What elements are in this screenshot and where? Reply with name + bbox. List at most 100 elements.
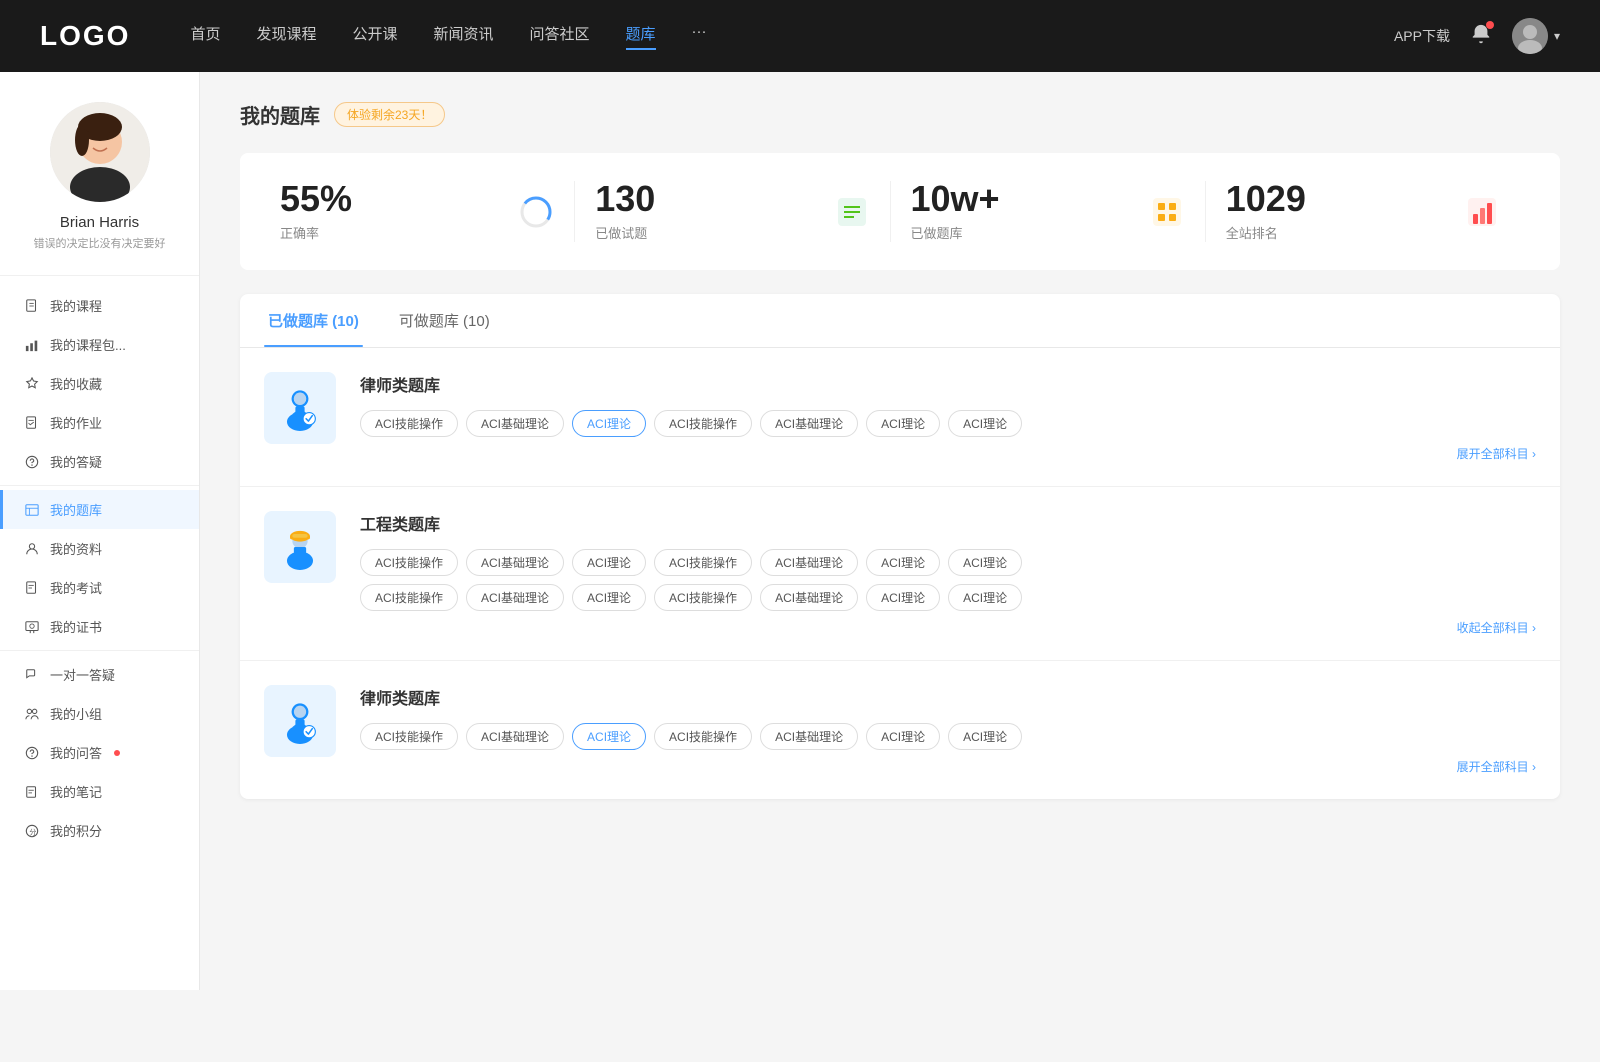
qb-tag[interactable]: ACI理论 <box>866 584 940 611</box>
stat-value-accuracy: 55% <box>280 181 502 217</box>
qb-tag[interactable]: ACI基础理论 <box>760 410 858 437</box>
sidebar-item-question-bank[interactable]: 我的题库 <box>0 490 199 529</box>
group-icon <box>24 706 40 722</box>
engineer-icon <box>264 511 336 583</box>
qb-tag[interactable]: ACI技能操作 <box>654 723 752 750</box>
tabs-bar: 已做题库 (10) 可做题库 (10) <box>240 294 1560 348</box>
qb-tag-selected[interactable]: ACI理论 <box>572 410 646 437</box>
sidebar-item-certificate[interactable]: 我的证书 <box>0 607 199 646</box>
qb-tag[interactable]: ACI基础理论 <box>466 723 564 750</box>
sidebar-item-my-courses[interactable]: 我的课程 <box>0 286 199 325</box>
sidebar-item-label: 我的小组 <box>50 704 102 723</box>
nav-quiz[interactable]: 题库 <box>626 23 656 50</box>
sidebar-item-notes[interactable]: 我的笔记 <box>0 772 199 811</box>
lawyer-icon-2 <box>264 685 336 757</box>
star-icon <box>24 376 40 392</box>
qb-tag[interactable]: ACI技能操作 <box>654 410 752 437</box>
qb-content-lawyer-2: 律师类题库 ACI技能操作 ACI基础理论 ACI理论 ACI技能操作 ACI基… <box>360 685 1536 775</box>
nav-links: 首页 发现课程 公开课 新闻资讯 问答社区 题库 ··· <box>190 23 1394 50</box>
sidebar-item-label: 我的证书 <box>50 617 102 636</box>
doc-icon <box>24 415 40 431</box>
qb-tag[interactable]: ACI理论 <box>572 584 646 611</box>
pie-chart-icon <box>518 194 554 230</box>
user-motto: 错误的决定比没有决定要好 <box>34 235 166 251</box>
user-name: Brian Harris <box>60 214 139 231</box>
trial-badge: 体验剩余23天！ <box>334 102 445 127</box>
qb-tag[interactable]: ACI基础理论 <box>466 410 564 437</box>
collapse-engineer[interactable]: 收起全部科目 › <box>360 619 1536 636</box>
qb-tag[interactable]: ACI技能操作 <box>360 549 458 576</box>
nav-discover[interactable]: 发现课程 <box>256 23 316 50</box>
sidebar-item-label: 我的收藏 <box>50 374 102 393</box>
score-icon: 分 <box>24 823 40 839</box>
qb-tag[interactable]: ACI理论 <box>948 549 1022 576</box>
page-header: 我的题库 体验剩余23天！ <box>240 100 1560 129</box>
stat-ranking: 1029 全站排名 <box>1206 181 1520 242</box>
nav-home[interactable]: 首页 <box>190 23 220 50</box>
app-download[interactable]: APP下载 <box>1394 26 1450 46</box>
qb-tag[interactable]: ACI技能操作 <box>654 584 752 611</box>
bar-chart-icon <box>1464 194 1500 230</box>
sidebar-item-data[interactable]: 我的资料 <box>0 529 199 568</box>
stat-value-ranking: 1029 <box>1226 181 1448 217</box>
qb-tag[interactable]: ACI理论 <box>866 549 940 576</box>
sidebar-item-favorites[interactable]: 我的收藏 <box>0 364 199 403</box>
bar-icon <box>24 337 40 353</box>
qb-tag[interactable]: ACI技能操作 <box>360 584 458 611</box>
qb-tag[interactable]: ACI基础理论 <box>466 584 564 611</box>
user-section: Brian Harris 错误的决定比没有决定要好 <box>0 102 199 276</box>
cert-icon <box>24 619 40 635</box>
qb-tag[interactable]: ACI理论 <box>948 584 1022 611</box>
qb-tags-lawyer-2: ACI技能操作 ACI基础理论 ACI理论 ACI技能操作 ACI基础理论 AC… <box>360 723 1536 750</box>
qb-content-lawyer-1: 律师类题库 ACI技能操作 ACI基础理论 ACI理论 ACI技能操作 ACI基… <box>360 372 1536 462</box>
expand-lawyer-1[interactable]: 展开全部科目 › <box>360 445 1536 462</box>
nav-qa[interactable]: 问答社区 <box>530 23 590 50</box>
sidebar-item-course-package[interactable]: 我的课程包... <box>0 325 199 364</box>
qb-tag[interactable]: ACI理论 <box>866 410 940 437</box>
stat-label-accuracy: 正确率 <box>280 223 502 242</box>
notification-bell[interactable] <box>1470 23 1492 50</box>
tab-todo[interactable]: 可做题库 (10) <box>395 294 494 347</box>
qb-tag[interactable]: ACI技能操作 <box>654 549 752 576</box>
nav-news[interactable]: 新闻资讯 <box>434 23 494 50</box>
sidebar-item-homework[interactable]: 我的作业 <box>0 403 199 442</box>
navbar: LOGO 首页 发现课程 公开课 新闻资讯 问答社区 题库 ··· APP下载 … <box>0 0 1600 72</box>
nav-more[interactable]: ··· <box>692 23 707 50</box>
grid-icon <box>1149 194 1185 230</box>
sidebar-item-label: 我的积分 <box>50 821 102 840</box>
qb-tags-engineer-row1: ACI技能操作 ACI基础理论 ACI理论 ACI技能操作 ACI基础理论 AC… <box>360 549 1536 576</box>
sidebar-item-qa[interactable]: 我的答疑 <box>0 442 199 481</box>
qb-tag[interactable]: ACI基础理论 <box>760 723 858 750</box>
tab-done[interactable]: 已做题库 (10) <box>264 294 363 347</box>
sidebar-item-points[interactable]: 分 我的积分 <box>0 811 199 850</box>
qb-item-engineer: 工程类题库 ACI技能操作 ACI基础理论 ACI理论 ACI技能操作 ACI基… <box>240 487 1560 661</box>
qb-tag[interactable]: ACI理论 <box>948 410 1022 437</box>
qb-tag[interactable]: ACI理论 <box>948 723 1022 750</box>
user-data-icon <box>24 541 40 557</box>
qb-tag[interactable]: ACI基础理论 <box>466 549 564 576</box>
qb-tag[interactable]: ACI基础理论 <box>760 549 858 576</box>
sidebar-nav: 我的课程 我的课程包... 我的收藏 我的作业 <box>0 276 199 860</box>
qb-tag[interactable]: ACI理论 <box>866 723 940 750</box>
qb-tag[interactable]: ACI基础理论 <box>760 584 858 611</box>
sidebar-item-one-on-one[interactable]: 一对一答疑 <box>0 655 199 694</box>
expand-lawyer-2[interactable]: 展开全部科目 › <box>360 758 1536 775</box>
sidebar-item-group[interactable]: 我的小组 <box>0 694 199 733</box>
sidebar-item-my-qa[interactable]: 我的问答 <box>0 733 199 772</box>
user-avatar-area[interactable]: ▾ <box>1512 18 1560 54</box>
nav-open-course[interactable]: 公开课 <box>352 23 397 50</box>
sidebar-item-label: 我的答疑 <box>50 452 102 471</box>
sidebar-item-exam[interactable]: 我的考试 <box>0 568 199 607</box>
sidebar-item-label: 我的问答 <box>50 743 102 762</box>
qb-name-engineer: 工程类题库 <box>360 511 1536 535</box>
qb-content-engineer: 工程类题库 ACI技能操作 ACI基础理论 ACI理论 ACI技能操作 ACI基… <box>360 511 1536 636</box>
qb-tag[interactable]: ACI技能操作 <box>360 410 458 437</box>
bell-notification-dot <box>1486 21 1494 29</box>
qb-tag[interactable]: ACI理论 <box>572 549 646 576</box>
nav-divider <box>0 485 199 486</box>
stat-done-banks: 10w+ 已做题库 <box>891 181 1206 242</box>
qb-tag[interactable]: ACI技能操作 <box>360 723 458 750</box>
qb-item-lawyer-2: 律师类题库 ACI技能操作 ACI基础理论 ACI理论 ACI技能操作 ACI基… <box>240 661 1560 799</box>
qb-tag-selected[interactable]: ACI理论 <box>572 723 646 750</box>
stat-done-questions: 130 已做试题 <box>575 181 890 242</box>
